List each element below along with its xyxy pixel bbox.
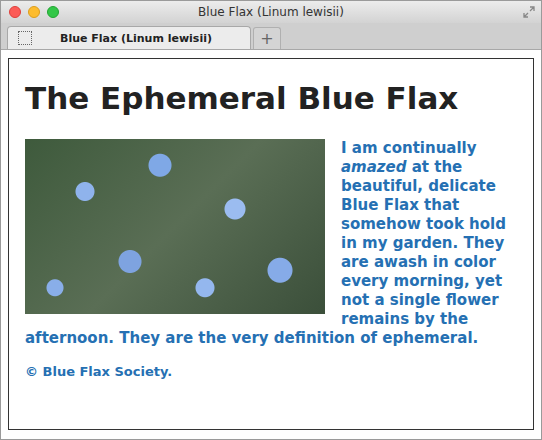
- close-icon[interactable]: [9, 6, 21, 18]
- page-viewport: The Ephemeral Blue Flax I am continually…: [1, 50, 541, 439]
- new-tab-button[interactable]: +: [253, 27, 281, 49]
- zoom-icon[interactable]: [47, 6, 59, 18]
- page-content: The Ephemeral Blue Flax I am continually…: [8, 58, 534, 430]
- minimize-icon[interactable]: [28, 6, 40, 18]
- page-icon: [18, 31, 32, 45]
- tab[interactable]: Blue Flax (Linum lewisii): [7, 26, 251, 49]
- fullscreen-icon[interactable]: [523, 6, 535, 18]
- title-bar: Blue Flax (Linum lewisii): [1, 1, 541, 23]
- window-title: Blue Flax (Linum lewisii): [59, 5, 483, 19]
- page-heading: The Ephemeral Blue Flax: [25, 79, 517, 117]
- tab-bar: Blue Flax (Linum lewisii) +: [1, 23, 541, 50]
- flower-photo: [25, 139, 325, 314]
- browser-window: Blue Flax (Linum lewisii) Blue Flax (Lin…: [0, 0, 542, 440]
- page-footer: © Blue Flax Society.: [25, 364, 517, 379]
